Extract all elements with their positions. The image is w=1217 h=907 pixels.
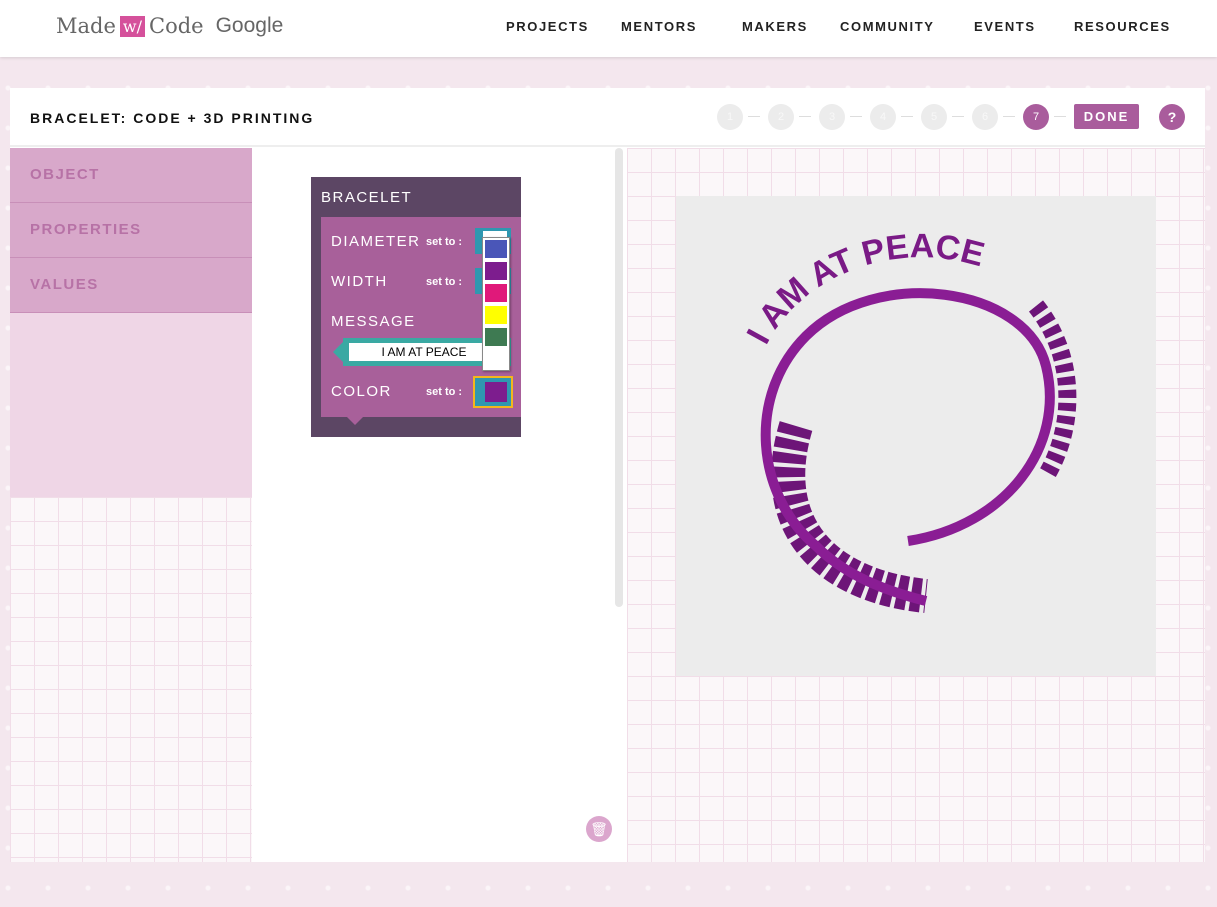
diameter-label: DIAMETER (331, 233, 421, 250)
step-7[interactable]: 7 (1023, 104, 1049, 130)
category-object[interactable]: OBJECT (10, 148, 252, 203)
step-4[interactable]: 4 (870, 104, 896, 130)
bracelet-3d-preview[interactable]: I AM AT PEACE (676, 196, 1156, 676)
message-label: MESSAGE (331, 313, 416, 330)
color-option[interactable] (485, 262, 507, 280)
color-set-to: set to : (426, 386, 463, 398)
step-2[interactable]: 2 (768, 104, 794, 130)
nav-mentors[interactable]: MENTORS (621, 19, 697, 34)
nav-events[interactable]: EVENTS (974, 19, 1036, 34)
step-3[interactable]: 3 (819, 104, 845, 130)
diameter-set-to: set to : (426, 236, 463, 248)
category-values[interactable]: VALUES (10, 258, 252, 313)
block-notch (347, 417, 363, 425)
step-divider (1003, 116, 1015, 117)
logo-made: Made (56, 14, 116, 38)
category-menu: OBJECT PROPERTIES VALUES (10, 148, 252, 497)
step-6[interactable]: 6 (972, 104, 998, 130)
project-panel: BRACELET: CODE + 3D PRINTING 1 2 3 4 5 6… (10, 88, 1205, 862)
logo-google: Google (215, 14, 284, 37)
step-divider (952, 116, 964, 117)
project-title: BRACELET: CODE + 3D PRINTING (30, 110, 315, 126)
sidebar-grid (10, 497, 252, 862)
nav-community[interactable]: COMMUNITY (840, 19, 935, 34)
color-value-socket[interactable] (473, 376, 513, 408)
logo-w: w/ (119, 15, 145, 37)
message-input[interactable]: I AM AT PEACE (349, 343, 499, 361)
project-titlebar: BRACELET: CODE + 3D PRINTING 1 2 3 4 5 6… (10, 88, 1205, 147)
done-button[interactable]: DONE (1074, 104, 1139, 129)
step-divider (901, 116, 913, 117)
color-option[interactable] (485, 240, 507, 258)
color-option[interactable] (485, 328, 507, 346)
step-divider (799, 116, 811, 117)
preview-area: I AM AT PEACE (627, 148, 1205, 862)
block-name: BRACELET (321, 189, 413, 206)
bracelet-model: I AM AT PEACE (740, 227, 1077, 613)
logo-code: Code (149, 14, 204, 38)
nav-makers[interactable]: MAKERS (742, 19, 808, 34)
nav-projects[interactable]: PROJECTS (506, 19, 589, 34)
color-dropdown (482, 237, 510, 371)
color-option[interactable] (485, 284, 507, 302)
step-divider (1054, 116, 1066, 117)
workspace-scrollbar[interactable] (615, 148, 623, 607)
code-workspace[interactable]: BRACELET DIAMETER set to : WIDTH set to … (252, 148, 627, 862)
trash-icon[interactable]: 🗑 (586, 816, 612, 842)
step-1[interactable]: 1 (717, 104, 743, 130)
step-5[interactable]: 5 (921, 104, 947, 130)
selected-color-swatch[interactable] (485, 382, 507, 402)
help-button[interactable]: ? (1159, 104, 1185, 130)
color-option[interactable] (485, 306, 507, 324)
step-divider (748, 116, 760, 117)
block-category-sidebar: OBJECT PROPERTIES VALUES (10, 148, 252, 862)
made-with-code-logo[interactable]: Made w/ Code Google (56, 14, 283, 38)
step-divider (850, 116, 862, 117)
color-option[interactable] (485, 350, 507, 368)
color-label: COLOR (331, 383, 392, 400)
category-properties[interactable]: PROPERTIES (10, 203, 252, 258)
width-set-to: set to : (426, 276, 463, 288)
nav-resources[interactable]: RESOURCES (1074, 19, 1171, 34)
width-label: WIDTH (331, 273, 388, 290)
bracelet-text: I AM AT PEACE (740, 227, 989, 350)
bracelet-block[interactable]: BRACELET DIAMETER set to : WIDTH set to … (311, 177, 521, 437)
site-header: Made w/ Code Google PROJECTS MENTORS MAK… (0, 0, 1217, 57)
